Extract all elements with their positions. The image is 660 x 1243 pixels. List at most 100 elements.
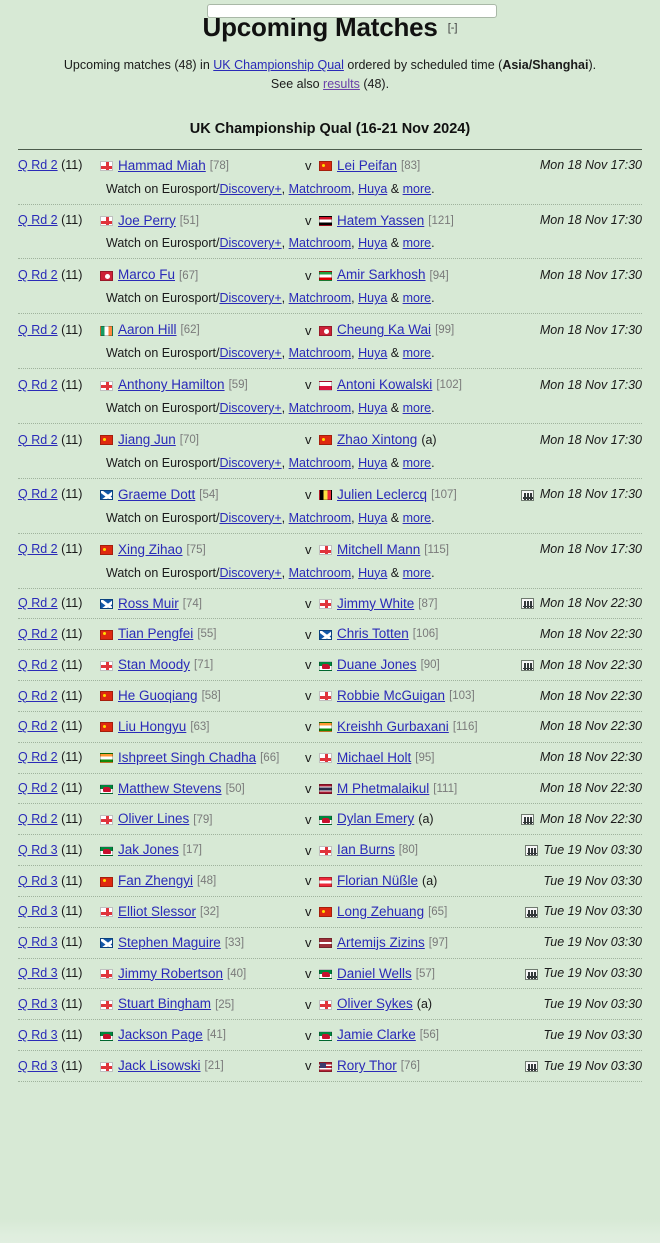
match-round[interactable]: Q Rd 3 (11) (18, 1028, 100, 1043)
match-round[interactable]: Q Rd 2 (11) (18, 213, 100, 228)
player-name-link[interactable]: Marco Fu (118, 268, 175, 283)
more-link[interactable]: more (403, 456, 431, 470)
player-name-link[interactable]: Cheung Ka Wai (337, 322, 431, 338)
round-link[interactable]: Q Rd 2 (18, 781, 58, 795)
discovery-plus-link[interactable]: Discovery+ (219, 236, 281, 250)
more-link[interactable]: more (403, 182, 431, 196)
player-name-link[interactable]: Mitchell Mann (337, 542, 420, 558)
match-round[interactable]: Q Rd 2 (11) (18, 542, 100, 557)
discovery-plus-link[interactable]: Discovery+ (219, 291, 281, 305)
discovery-plus-link[interactable]: Discovery+ (219, 401, 281, 415)
match-round[interactable]: Q Rd 2 (11) (18, 323, 100, 338)
huya-link[interactable]: Huya (358, 401, 387, 415)
player-name-link[interactable]: Rory Thor (337, 1058, 397, 1074)
player-name-link[interactable]: Antoni Kowalski (337, 377, 432, 393)
matchroom-link[interactable]: Matchroom (289, 401, 352, 415)
matchroom-link[interactable]: Matchroom (289, 236, 352, 250)
tournament-link[interactable]: UK Championship Qual (213, 58, 344, 72)
match-round[interactable]: Q Rd 3 (11) (18, 966, 100, 981)
player-name-link[interactable]: Duane Jones (337, 657, 417, 673)
discovery-plus-link[interactable]: Discovery+ (219, 456, 281, 470)
match-round[interactable]: Q Rd 2 (11) (18, 750, 100, 765)
huya-link[interactable]: Huya (358, 566, 387, 580)
huya-link[interactable]: Huya (358, 236, 387, 250)
player-name-link[interactable]: Jimmy White (337, 596, 414, 612)
matchroom-link[interactable]: Matchroom (289, 291, 352, 305)
player-name-link[interactable]: Jamie Clarke (337, 1027, 416, 1043)
player-name-link[interactable]: Joe Perry (118, 213, 176, 229)
matchroom-link[interactable]: Matchroom (289, 456, 352, 470)
round-link[interactable]: Q Rd 2 (18, 213, 58, 227)
player-name-link[interactable]: Jack Lisowski (118, 1058, 201, 1074)
player-name-link[interactable]: He Guoqiang (118, 688, 198, 704)
round-link[interactable]: Q Rd 2 (18, 323, 58, 337)
player-name-link[interactable]: Hatem Yassen (337, 213, 424, 229)
huya-link[interactable]: Huya (358, 291, 387, 305)
player-name-link[interactable]: Stan Moody (118, 657, 190, 673)
player-name-link[interactable]: Daniel Wells (337, 966, 412, 982)
round-link[interactable]: Q Rd 2 (18, 627, 58, 641)
match-round[interactable]: Q Rd 2 (11) (18, 433, 100, 448)
match-round[interactable]: Q Rd 2 (11) (18, 487, 100, 502)
match-round[interactable]: Q Rd 2 (11) (18, 781, 100, 796)
huya-link[interactable]: Huya (358, 182, 387, 196)
discovery-plus-link[interactable]: Discovery+ (219, 182, 281, 196)
player-name-link[interactable]: Ross Muir (118, 596, 179, 612)
player-name-link[interactable]: Oliver Lines (118, 812, 189, 827)
collapse-toggle[interactable]: [-] (448, 22, 458, 34)
player-name-link[interactable]: Hammad Miah (118, 158, 206, 174)
matchroom-link[interactable]: Matchroom (289, 566, 352, 580)
search-input[interactable] (207, 4, 497, 18)
huya-link[interactable]: Huya (358, 346, 387, 360)
player-name-link[interactable]: Tian Pengfei (118, 626, 193, 642)
results-link[interactable]: results (323, 77, 360, 91)
player-name-link[interactable]: Long Zehuang (337, 904, 424, 920)
player-name-link[interactable]: Oliver Sykes (337, 997, 413, 1012)
match-round[interactable]: Q Rd 2 (11) (18, 812, 100, 827)
match-round[interactable]: Q Rd 2 (11) (18, 720, 100, 734)
player-name-link[interactable]: Jak Jones (118, 842, 179, 858)
more-link[interactable]: more (403, 291, 431, 305)
player-name-link[interactable]: Jiang Jun (118, 432, 176, 448)
player-name-link[interactable]: Florian Nüßle (337, 873, 418, 889)
round-link[interactable]: Q Rd 2 (18, 542, 58, 556)
discovery-plus-link[interactable]: Discovery+ (219, 511, 281, 525)
round-link[interactable]: Q Rd 2 (18, 268, 58, 282)
player-name-link[interactable]: Fan Zhengyi (118, 873, 193, 889)
player-name-link[interactable]: Kreishh Gurbaxani (337, 719, 449, 735)
player-name-link[interactable]: Elliot Slessor (118, 904, 196, 920)
round-link[interactable]: Q Rd 2 (18, 750, 58, 764)
round-link[interactable]: Q Rd 2 (18, 596, 58, 610)
player-name-link[interactable]: Matthew Stevens (118, 781, 222, 797)
match-round[interactable]: Q Rd 3 (11) (18, 905, 100, 919)
player-name-link[interactable]: Xing Zihao (118, 542, 183, 558)
round-link[interactable]: Q Rd 3 (18, 966, 58, 980)
player-name-link[interactable]: Aaron Hill (118, 322, 177, 338)
round-link[interactable]: Q Rd 2 (18, 378, 58, 392)
more-link[interactable]: more (403, 566, 431, 580)
player-name-link[interactable]: Jimmy Robertson (118, 966, 223, 982)
round-link[interactable]: Q Rd 2 (18, 158, 58, 172)
match-round[interactable]: Q Rd 2 (11) (18, 596, 100, 611)
round-link[interactable]: Q Rd 2 (18, 719, 58, 734)
player-name-link[interactable]: Julien Leclercq (337, 487, 427, 503)
match-round[interactable]: Q Rd 3 (11) (18, 935, 100, 950)
player-name-link[interactable]: Graeme Dott (118, 487, 195, 503)
round-link[interactable]: Q Rd 3 (18, 843, 58, 857)
matchroom-link[interactable]: Matchroom (289, 511, 352, 525)
round-link[interactable]: Q Rd 3 (18, 1028, 58, 1042)
player-name-link[interactable]: Anthony Hamilton (118, 377, 225, 393)
player-name-link[interactable]: Chris Totten (337, 626, 409, 642)
player-name-link[interactable]: Ishpreet Singh Chadha (118, 750, 256, 766)
more-link[interactable]: more (403, 511, 431, 525)
huya-link[interactable]: Huya (358, 456, 387, 470)
match-round[interactable]: Q Rd 3 (11) (18, 1059, 100, 1074)
more-link[interactable]: more (403, 401, 431, 415)
player-name-link[interactable]: Michael Holt (337, 750, 411, 766)
round-link[interactable]: Q Rd 3 (18, 935, 58, 949)
player-name-link[interactable]: M Phetmalaikul (337, 781, 429, 797)
match-round[interactable]: Q Rd 3 (11) (18, 874, 100, 889)
match-round[interactable]: Q Rd 2 (11) (18, 268, 100, 283)
round-link[interactable]: Q Rd 3 (18, 904, 58, 919)
player-name-link[interactable]: Artemijs Zizins (337, 935, 425, 951)
